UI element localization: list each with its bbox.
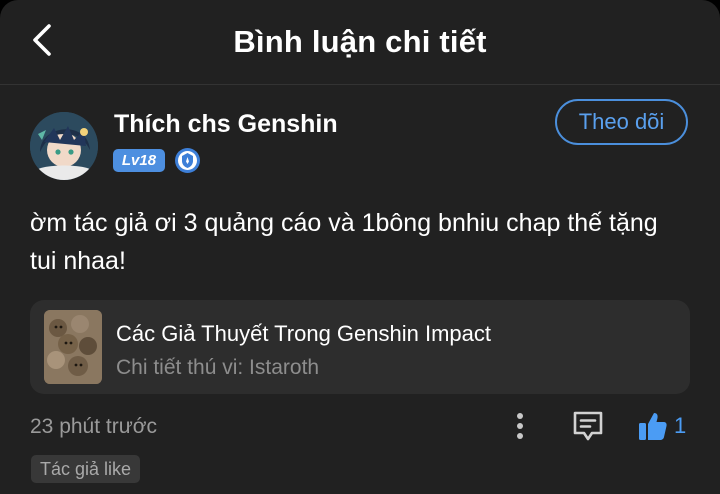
comment-timestamp: 23 phút trước bbox=[30, 415, 158, 438]
avatar-image bbox=[30, 112, 98, 180]
more-options-button[interactable] bbox=[506, 408, 534, 444]
like-count: 1 bbox=[674, 413, 687, 438]
referenced-post-card[interactable]: Các Giả Thuyết Trong Genshin Impact Chi … bbox=[30, 300, 690, 394]
thumbs-up-icon bbox=[639, 413, 667, 440]
comment-icon bbox=[573, 411, 603, 441]
shield-badge-icon bbox=[174, 147, 201, 174]
more-vertical-icon bbox=[517, 413, 523, 439]
post-thumbnail bbox=[44, 310, 102, 384]
comment-text: ờm tác giả ơi 3 quảng cáo và 1bông bnhiu… bbox=[30, 209, 658, 275]
post-title: Các Giả Thuyết Trong Genshin Impact bbox=[116, 321, 491, 346]
page-title: Bình luận chi tiết bbox=[233, 24, 487, 59]
author-liked-badge: Tác giả like bbox=[31, 455, 141, 483]
follow-button[interactable]: Theo dõi bbox=[555, 99, 688, 145]
top-bar: Bình luận chi tiết bbox=[0, 0, 720, 85]
avatar[interactable] bbox=[30, 112, 98, 180]
level-badge: Lv18 bbox=[113, 149, 165, 172]
comment-detail-screen: Bình luận chi tiết Thích chs Genshin Lv1… bbox=[0, 0, 720, 494]
reply-button[interactable] bbox=[570, 408, 606, 444]
username[interactable]: Thích chs Genshin bbox=[114, 110, 338, 139]
post-subtitle: Chi tiết thú vi: Istaroth bbox=[116, 356, 320, 379]
like-button[interactable]: 1 bbox=[636, 406, 702, 446]
